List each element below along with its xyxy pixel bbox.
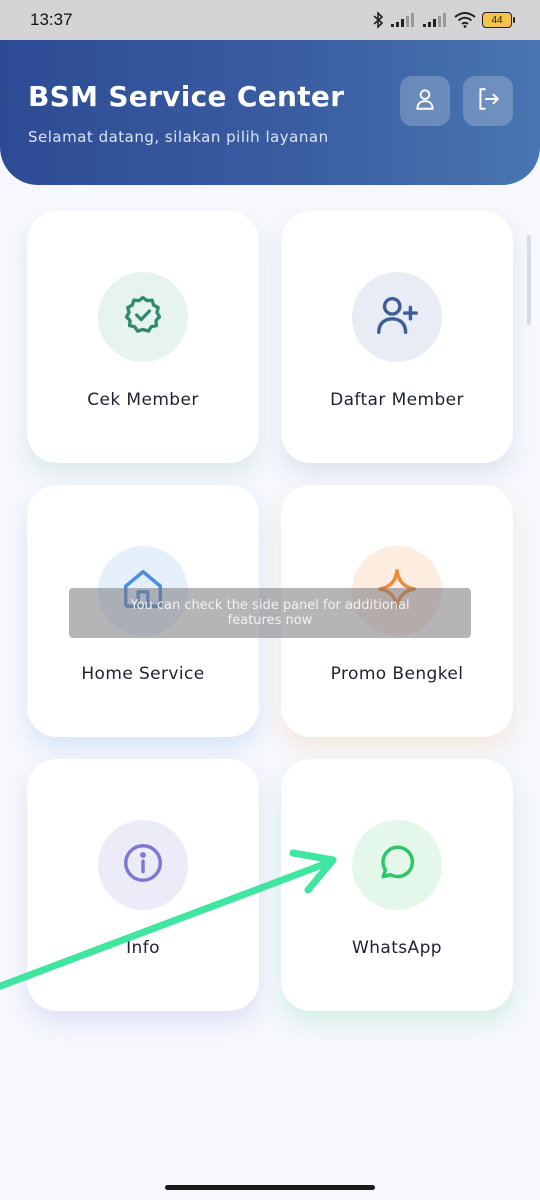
menu-card-cek-member[interactable]: Cek Member: [27, 211, 259, 463]
card-label: Info: [126, 938, 160, 958]
card-label: Home Service: [81, 664, 205, 684]
info-icon: [120, 840, 166, 890]
page-title: BSM Service Center: [28, 80, 345, 113]
menu-card-info[interactable]: Info: [27, 759, 259, 1011]
page-subtitle: Selamat datang, silakan pilih layanan: [28, 128, 329, 146]
wifi-icon: [454, 12, 476, 28]
signal-icon: [390, 12, 416, 28]
card-label: Promo Bengkel: [330, 664, 464, 684]
signal-icon: [422, 12, 448, 28]
logout-icon: [475, 86, 501, 116]
bluetooth-icon: [372, 11, 384, 29]
status-icons: 44: [372, 11, 515, 29]
status-bar: 13:37 44: [0, 0, 540, 40]
home-indicator[interactable]: [165, 1185, 375, 1190]
app-header: BSM Service Center Selamat datang, silak…: [0, 40, 540, 185]
profile-icon: [412, 86, 438, 116]
menu-card-daftar-member[interactable]: Daftar Member: [281, 211, 513, 463]
badge-check-icon: [121, 293, 165, 341]
card-label: Daftar Member: [330, 390, 464, 410]
profile-button[interactable]: [400, 76, 450, 126]
status-time: 13:37: [30, 10, 73, 29]
scrollbar[interactable]: [527, 235, 531, 325]
battery-icon: 44: [482, 12, 515, 28]
card-label: WhatsApp: [352, 938, 442, 958]
user-plus-icon: [374, 292, 420, 342]
chat-icon: [375, 841, 419, 889]
icon-circle: [352, 820, 442, 910]
icon-circle: [98, 820, 188, 910]
logout-button[interactable]: [463, 76, 513, 126]
card-label: Cek Member: [87, 390, 199, 410]
icon-circle: [352, 272, 442, 362]
menu-card-whatsapp[interactable]: WhatsApp: [281, 759, 513, 1011]
icon-circle: [98, 272, 188, 362]
toast-message: You can check the side panel for additio…: [69, 588, 471, 638]
